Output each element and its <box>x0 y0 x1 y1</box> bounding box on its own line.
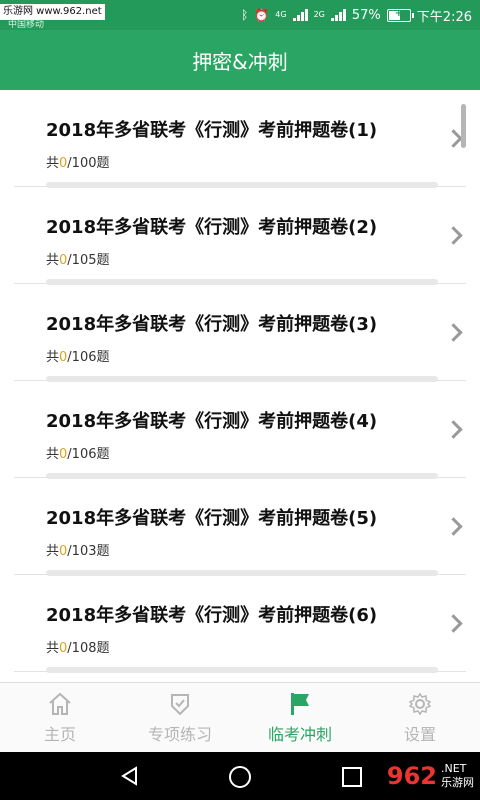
exam-title: 2018年多省联考《行测》考前押题卷(5) <box>46 508 378 529</box>
home-icon <box>49 692 71 715</box>
tab-label: 设置 <box>403 725 436 744</box>
total-count: /106题 <box>67 350 110 365</box>
chevron-right-icon <box>444 323 463 342</box>
shield-check-icon <box>171 694 189 716</box>
back-icon[interactable] <box>120 766 140 786</box>
exam-title: 2018年多省联考《行测》考前押题卷(1) <box>46 120 378 141</box>
tab-settings[interactable]: 设置 <box>360 683 480 753</box>
battery-icon: + <box>386 8 414 22</box>
flag-icon <box>291 693 309 715</box>
exam-title: 2018年多省联考《行测》考前押题卷(4) <box>46 411 378 432</box>
exam-title: 2018年多省联考《行测》考前押题卷(2) <box>46 217 378 238</box>
exam-list-item[interactable]: 2018年多省联考《行测》考前押题卷(5) 共0/103题 <box>14 478 466 576</box>
home-button[interactable] <box>229 766 251 788</box>
battery-percent: 57% <box>351 7 381 23</box>
exam-list: 2018年多省联考《行测》考前押题卷(1) 共0/100题 2018年多省联考《行测… <box>0 90 480 682</box>
question-count: 共0/106题 <box>46 346 110 365</box>
exam-list-item[interactable]: 2018年多省联考《行测》考前押题卷(3) 共0/106题 <box>14 284 466 382</box>
scrollbar[interactable] <box>461 104 466 148</box>
total-count: /108题 <box>67 641 110 656</box>
count-prefix: 共 <box>46 350 60 365</box>
total-count: /106题 <box>67 447 110 462</box>
recent-apps-button[interactable] <box>342 767 362 787</box>
carrier-label: 中国移动 <box>8 20 45 30</box>
alarm-icon: ⏰ <box>254 8 270 22</box>
system-nav-bar: 962 .NET 乐游网 <box>0 752 480 800</box>
bottom-tab-bar: 主页 专项练习 临考冲刺 设置 <box>0 682 480 753</box>
question-count: 共0/100题 <box>46 152 110 171</box>
count-prefix: 共 <box>46 544 60 559</box>
question-count: 共0/108题 <box>46 637 110 656</box>
signal-icon <box>292 9 308 21</box>
total-count: /100题 <box>67 156 110 171</box>
tab-label: 主页 <box>43 725 76 744</box>
count-prefix: 共 <box>46 641 60 656</box>
total-count: /105题 <box>67 253 110 268</box>
question-count: 共0/105题 <box>46 249 110 268</box>
tab-topic-practice[interactable]: 专项练习 <box>120 683 240 753</box>
chevron-right-icon <box>444 614 463 633</box>
watermark-logo-text: 乐游网 <box>441 776 474 789</box>
exam-list-item[interactable]: 2018年多省联考《行测》考前押题卷(4) 共0/106题 <box>14 381 466 479</box>
exam-title: 2018年多省联考《行测》考前押题卷(3) <box>46 314 378 335</box>
count-prefix: 共 <box>46 253 60 268</box>
tab-label: 临考冲刺 <box>267 725 332 744</box>
chevron-right-icon <box>444 517 463 536</box>
watermark-logo-number: 962 <box>386 762 437 790</box>
chevron-right-icon <box>444 226 463 245</box>
tab-label: 专项练习 <box>147 725 212 744</box>
question-count: 共0/106题 <box>46 443 110 462</box>
chevron-right-icon <box>444 129 463 148</box>
exam-title: 2018年多省联考《行测》考前押题卷(6) <box>46 605 378 626</box>
network-2g-label: 2G <box>313 10 325 19</box>
progress-bar <box>46 667 438 673</box>
question-count: 共0/103题 <box>46 540 110 559</box>
signal-icon-2 <box>330 9 346 21</box>
status-bar: 乐游网 www.962.net 中国移动 ᛒ ⏰ 4G 2G 57% + 下午2… <box>0 0 480 30</box>
tab-home[interactable]: 主页 <box>0 683 120 753</box>
app-header: 押密&冲刺 <box>0 30 480 90</box>
total-count: /103题 <box>67 544 110 559</box>
tab-exam-sprint[interactable]: 临考冲刺 <box>240 683 360 753</box>
watermark-logo-suffix: .NET <box>441 762 467 775</box>
network-4g-label: 4G <box>275 10 287 19</box>
exam-list-item[interactable]: 2018年多省联考《行测》考前押题卷(2) 共0/105题 <box>14 187 466 285</box>
gear-icon <box>408 692 432 716</box>
watermark-logo: 962 .NET 乐游网 <box>387 758 474 794</box>
count-prefix: 共 <box>46 447 60 462</box>
clock: 下午2:26 <box>416 9 472 25</box>
exam-list-item[interactable]: 2018年多省联考《行测》考前押题卷(6) 共0/108题 <box>14 575 466 673</box>
chevron-right-icon <box>444 420 463 439</box>
count-prefix: 共 <box>46 156 60 171</box>
exam-list-item[interactable]: 2018年多省联考《行测》考前押题卷(1) 共0/100题 <box>14 90 466 188</box>
status-icons: ᛒ ⏰ 4G 2G 57% + 下午2:26 <box>241 0 472 30</box>
bluetooth-icon: ᛒ <box>241 8 249 22</box>
page-title: 押密&冲刺 <box>192 49 288 74</box>
